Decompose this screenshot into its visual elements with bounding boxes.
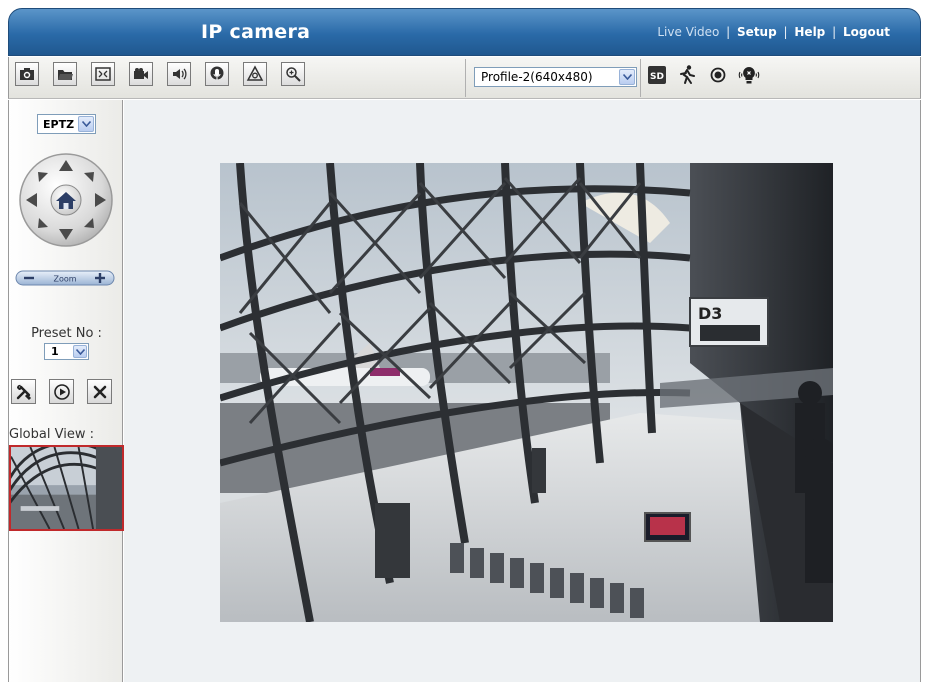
folder-icon (58, 70, 73, 80)
logout-link[interactable]: Logout (843, 25, 890, 39)
zoom-label: Zoom (53, 275, 76, 284)
chevron-down-icon (78, 116, 94, 132)
microphone-icon (210, 66, 224, 80)
preset-label: Preset No : (31, 326, 102, 341)
svg-text:SD: SD (650, 72, 664, 82)
preset-select[interactable]: 1 (44, 343, 89, 360)
preset-go-button[interactable] (49, 379, 74, 404)
preset-delete-button[interactable] (87, 379, 112, 404)
light-status (737, 63, 761, 87)
fullscreen-icon (95, 67, 111, 81)
live-video-link[interactable]: Live Video (657, 25, 719, 39)
camera-image: D3 (220, 163, 833, 622)
light-bulb-icon (738, 67, 760, 84)
toolbar-divider (465, 59, 466, 97)
app-title: IP camera (201, 21, 311, 43)
record-button[interactable] (129, 62, 153, 86)
help-link[interactable]: Help (794, 25, 825, 39)
nav-separator: | (726, 25, 731, 39)
nav-separator: | (783, 25, 788, 39)
chevron-down-icon (73, 345, 87, 358)
chevron-down-icon (619, 69, 635, 85)
setup-link[interactable]: Setup (737, 25, 777, 39)
global-view-thumbnail[interactable] (9, 445, 124, 531)
nav-separator: | (832, 25, 837, 39)
close-icon (93, 385, 106, 398)
profile-select-value: Profile-2(640x480) (481, 70, 593, 84)
header-bar: IP camera Live Video | Setup | Help | Lo… (8, 8, 921, 56)
recording-status (706, 63, 730, 87)
zoom-out-icon[interactable] (24, 276, 34, 280)
motion-status (675, 63, 699, 87)
top-nav: Live Video | Setup | Help | Logout (657, 25, 890, 39)
preset-select-value: 1 (51, 345, 59, 358)
speaker-icon (173, 68, 187, 80)
home-icon[interactable] (50, 184, 82, 216)
global-view-image (11, 447, 122, 529)
toolbar: Profile-2(640x480) SD (8, 57, 921, 99)
ptz-direction-pad[interactable] (18, 152, 114, 248)
ptz-mode-select[interactable]: EPTZ (37, 114, 96, 134)
preset-setup-button[interactable] (11, 379, 36, 404)
control-panel: EPTZ Zoom Preset No: 1 Global View: (8, 100, 124, 682)
alarm-icon (246, 65, 264, 81)
fullscreen-button[interactable] (91, 62, 115, 86)
zoom-icon (286, 67, 301, 82)
svg-text:D3: D3 (698, 304, 722, 323)
zoom-button[interactable] (281, 62, 305, 86)
sd-card-icon: SD (648, 66, 666, 84)
folder-button[interactable] (53, 62, 77, 86)
snapshot-button[interactable] (15, 62, 39, 86)
main-view-area: D3 (124, 100, 921, 682)
live-video-feed[interactable]: D3 (220, 163, 833, 622)
sd-card-status: SD (645, 63, 669, 87)
play-icon (53, 383, 70, 400)
motion-icon (680, 65, 695, 84)
ptz-mode-value: EPTZ (43, 118, 75, 131)
snapshot-icon (20, 68, 34, 80)
alarm-button[interactable] (243, 62, 267, 86)
profile-select[interactable]: Profile-2(640x480) (474, 67, 637, 87)
microphone-button[interactable] (205, 62, 229, 86)
recording-dot-icon (710, 67, 726, 83)
record-icon (134, 68, 148, 79)
global-view-label: Global View : (9, 427, 94, 442)
speaker-button[interactable] (167, 62, 191, 86)
tools-icon (16, 384, 31, 400)
zoom-control[interactable]: Zoom (15, 269, 115, 287)
toolbar-divider (640, 59, 641, 97)
